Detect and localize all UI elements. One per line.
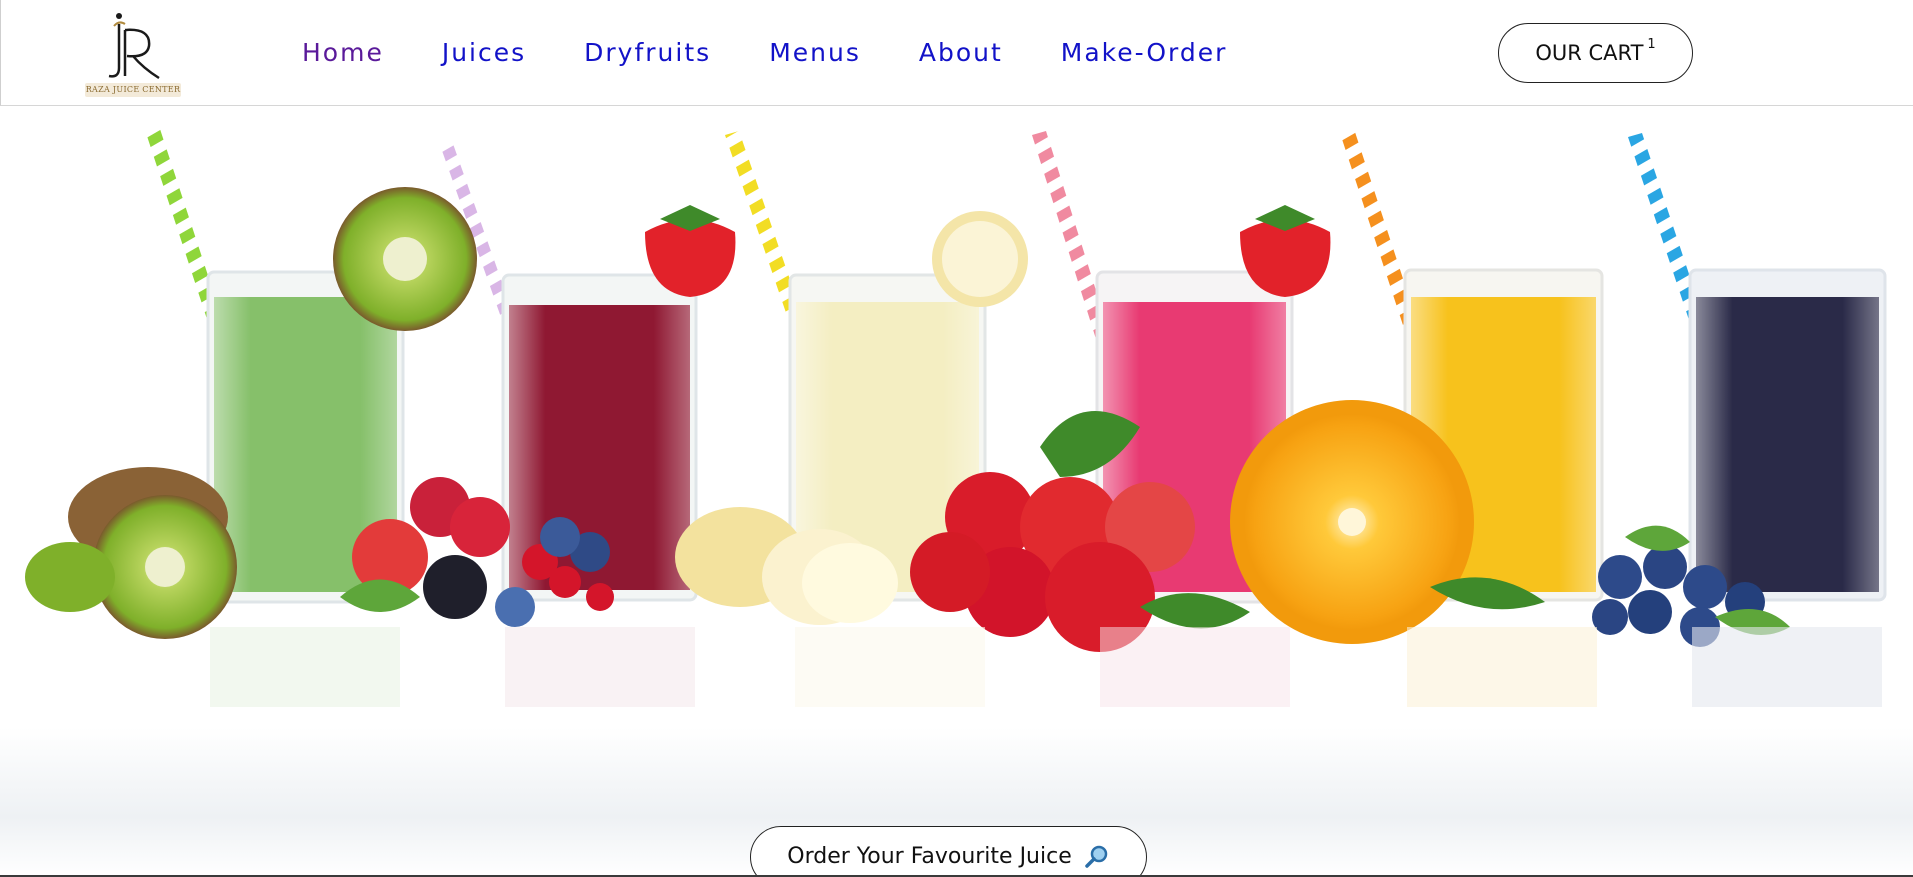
nav-make-order[interactable]: Make-Order [1061, 36, 1228, 70]
magnifier-icon [1084, 844, 1110, 870]
nav-juices[interactable]: Juices [442, 36, 526, 70]
cart-button[interactable]: OUR CART 1 [1498, 23, 1693, 83]
main-nav: Home Juices Dryfruits Menus About Make-O… [302, 36, 1285, 70]
brand-name: Raza Juice Center [85, 83, 181, 97]
order-juice-label: Order Your Favourite Juice [787, 844, 1072, 869]
nav-home[interactable]: Home [302, 36, 384, 70]
site-header: Raza Juice Center Home Juices Dryfruits … [0, 0, 1913, 106]
cart-label: OUR CART [1535, 41, 1644, 65]
hero-banner [0, 107, 1913, 877]
nav-menus[interactable]: Menus [769, 36, 861, 70]
order-juice-button[interactable]: Order Your Favourite Juice [750, 826, 1147, 877]
nav-about[interactable]: About [919, 36, 1003, 70]
brand-logo[interactable]: Raza Juice Center [81, 6, 185, 98]
nav-dryfruits[interactable]: Dryfruits [584, 36, 711, 70]
cart-count-badge: 1 [1647, 36, 1656, 52]
hero-juice-image [0, 107, 1913, 877]
